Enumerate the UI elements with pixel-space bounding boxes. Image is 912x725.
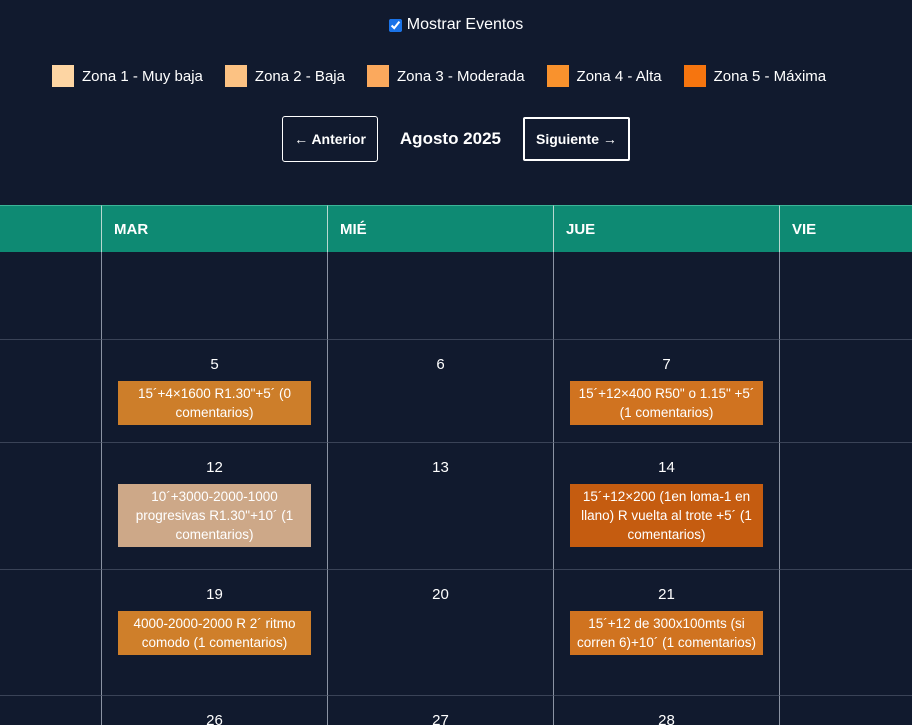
month-navigation: ← Anterior Agosto 2025 Siguiente →	[0, 116, 912, 162]
show-events-checkbox[interactable]	[388, 18, 402, 32]
day-cell[interactable]: 13	[328, 443, 554, 570]
weekday-header: VIE	[780, 205, 912, 252]
day-number: 28	[658, 712, 675, 725]
day-cell[interactable]: 19 4000-2000-2000 R 2´ ritmo comodo (1 co…	[102, 570, 328, 696]
legend-item-zone-3: Zona 3 - Moderada	[366, 65, 525, 87]
legend-swatch	[52, 65, 74, 87]
day-number: 1	[780, 268, 912, 285]
day-cell[interactable]: 11	[0, 443, 102, 570]
event-item[interactable]: 15´+12×400 R50" o 1.15" +5´ (1 comentari…	[570, 381, 763, 425]
day-cell[interactable]: 21 15´+12 de 300x100mts (si corren 6)+10´…	[554, 570, 780, 696]
legend-swatch	[366, 65, 389, 87]
day-number: 22	[780, 586, 912, 603]
legend-item-zone-4: Zona 4 - Alta	[546, 65, 662, 87]
day-number: 12	[206, 459, 223, 476]
legend-label: Zona 4 - Alta	[576, 67, 662, 85]
event-item[interactable]: 10´+3000-2000-1000 progresivas R1.30"+10…	[118, 484, 311, 547]
legend-item-zone-1: Zona 1 - Muy baja	[52, 65, 203, 87]
legend-item-zone-2: Zona 2 - Baja	[224, 65, 345, 87]
weekday-header: MAR	[102, 205, 328, 252]
legend-label: Zona 3 - Moderada	[396, 67, 525, 85]
day-number: 20	[432, 586, 449, 603]
legend-item-zone-5: Zona 5 - Máxima	[683, 65, 827, 87]
calendar-page: Mostrar Eventos Zona 1 - Muy baja Zona 2 …	[0, 0, 912, 725]
day-number: 19	[206, 586, 223, 603]
day-cell[interactable]: 7 15´+12×400 R50" o 1.15" +5´ (1 comentar…	[554, 340, 780, 443]
day-number: 27	[432, 712, 449, 725]
day-cell[interactable]: 27	[328, 696, 554, 725]
day-cell[interactable]: 18	[0, 570, 102, 696]
show-events-label: Mostrar Eventos	[406, 16, 524, 33]
day-cell[interactable]: 20	[328, 570, 554, 696]
event-item[interactable]: 15´+12×200 (1en loma-1 en llano) R vuelt…	[570, 484, 763, 547]
next-month-button[interactable]: Siguiente →	[523, 117, 630, 161]
day-number: 6	[436, 356, 445, 373]
day-cell[interactable]: 29	[780, 696, 912, 725]
day-number: 13	[432, 459, 449, 476]
day-cell[interactable]: 14 15´+12×200 (1en loma-1 en llano) R vue…	[554, 443, 780, 570]
legend-swatch	[683, 65, 706, 87]
weekday-header	[0, 205, 102, 252]
day-cell[interactable]	[102, 252, 328, 340]
day-number: 21	[658, 586, 675, 603]
day-number: 8	[780, 356, 912, 373]
day-cell[interactable]	[554, 252, 780, 340]
legend-label: Zona 2 - Baja	[254, 67, 345, 85]
legend-swatch	[546, 65, 569, 87]
calendar-grid: MARMIÉJUEVIE14515´+4×1600 R1.30"+5´ (0 c…	[0, 205, 912, 725]
previous-month-button[interactable]: ← Anterior	[282, 116, 378, 162]
day-number: 18	[0, 586, 101, 603]
zone-legend: Zona 1 - Muy baja Zona 2 - Baja Zona 3 - M…	[52, 65, 848, 87]
day-cell[interactable]: 5 15´+4×1600 R1.30"+5´ (0 comentarios)	[102, 340, 328, 443]
day-number: 5	[210, 356, 219, 373]
day-cell[interactable]	[0, 252, 102, 340]
event-item[interactable]: 15´+4×1600 R1.30"+5´ (0 comentarios)	[118, 381, 311, 425]
event-item[interactable]: 4000-2000-2000 R 2´ ritmo comodo (1 come…	[118, 611, 311, 655]
day-cell[interactable]: 25	[0, 696, 102, 725]
legend-label: Zona 1 - Muy baja	[82, 67, 203, 85]
show-events-toggle[interactable]: Mostrar Eventos	[0, 16, 912, 34]
day-cell[interactable]	[328, 252, 554, 340]
day-number: 14	[658, 459, 675, 476]
day-number: 15	[780, 459, 912, 476]
day-cell[interactable]: 8	[780, 340, 912, 443]
day-number: 26	[206, 712, 223, 725]
event-item[interactable]: 15´+12 de 300x100mts (si corren 6)+10´ (…	[570, 611, 763, 655]
weekday-header: MIÉ	[328, 205, 554, 252]
day-cell[interactable]: 6	[328, 340, 554, 443]
day-number: 25	[0, 712, 101, 725]
day-cell[interactable]: 1	[780, 252, 912, 340]
day-cell[interactable]: 15	[780, 443, 912, 570]
day-cell[interactable]: 12 10´+3000-2000-1000 progresivas R1.30"+…	[102, 443, 328, 570]
legend-swatch	[224, 65, 247, 87]
day-number: 11	[0, 459, 101, 476]
day-cell[interactable]: 26	[102, 696, 328, 725]
day-cell[interactable]: 28	[554, 696, 780, 725]
day-number: 4	[0, 356, 101, 373]
weekday-header: JUE	[554, 205, 780, 252]
legend-label: Zona 5 - Máxima	[713, 67, 827, 85]
month-title: Agosto 2025	[399, 129, 501, 148]
day-cell[interactable]: 22	[780, 570, 912, 696]
day-number: 7	[662, 356, 671, 373]
day-cell[interactable]: 4	[0, 340, 102, 443]
day-number: 29	[780, 712, 912, 725]
